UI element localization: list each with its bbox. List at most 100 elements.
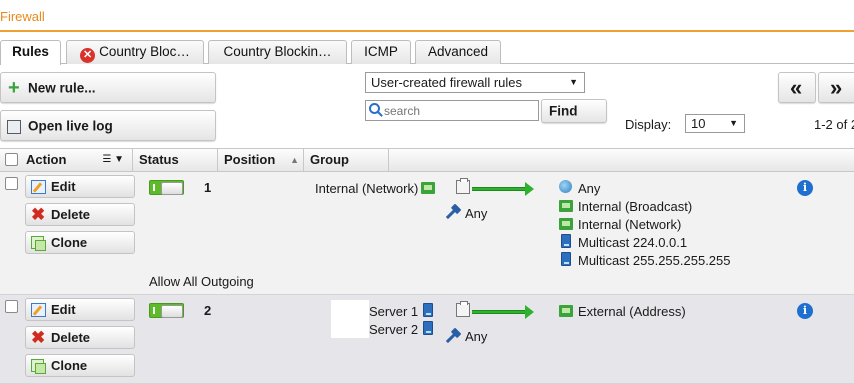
service-icon [456, 178, 470, 194]
display-count-select[interactable]: 10 ▼ [685, 114, 745, 133]
column-label: Action [26, 152, 67, 167]
tab-icmp[interactable]: ICMP [351, 40, 411, 64]
delete-label: Delete [51, 330, 91, 345]
network-icon [559, 305, 573, 317]
tab-bar: Rules ✕ Country Bloc… Country Blockin… IC… [0, 40, 854, 65]
info-icon[interactable]: i [797, 303, 813, 319]
paging-first-label: « [790, 74, 803, 100]
paging-next-label: » [830, 74, 843, 100]
group-color-swatch [331, 300, 369, 338]
new-rule-label: New rule... [28, 80, 96, 95]
search-box[interactable] [365, 100, 539, 121]
row-checkbox[interactable] [5, 177, 18, 190]
edit-button[interactable]: Edit [25, 298, 135, 321]
clone-label: Clone [51, 358, 88, 373]
delete-button[interactable]: ✖ Delete [25, 203, 135, 226]
plug-icon [445, 331, 458, 344]
tab-rules[interactable]: Rules [0, 40, 61, 65]
plus-icon: + [8, 76, 20, 99]
tab-label: Rules [12, 44, 49, 59]
open-live-log-button[interactable]: Open live log [0, 110, 216, 141]
column-action[interactable]: Action ☰ ▼ [20, 149, 133, 171]
edit-button[interactable]: Edit [25, 175, 135, 198]
network-icon [421, 182, 435, 194]
tab-label: ICMP [364, 44, 398, 59]
info-icon[interactable]: i [797, 180, 813, 196]
new-rule-button[interactable]: + New rule... [0, 72, 216, 103]
clone-button[interactable]: Clone [25, 231, 135, 254]
rule-comment: Allow All Outgoing [149, 274, 254, 289]
log-icon [7, 120, 21, 134]
delete-icon: ✖ [31, 328, 46, 347]
rule-position: 1 [204, 180, 212, 195]
paging-first-button[interactable]: « [778, 72, 816, 103]
arrow-right-icon [472, 305, 534, 319]
rule-filter-value: User-created firewall rules [371, 75, 522, 90]
column-status[interactable]: Status [133, 149, 218, 171]
clone-button[interactable]: Clone [25, 354, 135, 377]
server-icon [561, 252, 571, 266]
edit-label: Edit [51, 302, 76, 317]
tab-advanced[interactable]: Advanced [415, 40, 501, 64]
rule-destination: Internal (Broadcast) [578, 199, 693, 214]
column-position[interactable]: Position ▲ [218, 149, 304, 171]
tab-country-blocking-exceptions[interactable]: Country Blockin… [208, 40, 347, 64]
table-row[interactable]: Edit ✖ Delete Clone 2 Server 1 Server 2 A… [0, 295, 854, 384]
rule-filter-select[interactable]: User-created firewall rules ▼ [365, 72, 585, 93]
window-titlebar: Firewall [0, 0, 854, 32]
open-live-log-label: Open live log [28, 118, 113, 133]
column-label: Status [139, 152, 179, 167]
rule-enabled-toggle[interactable] [149, 180, 184, 195]
column-label: Position [224, 152, 276, 167]
rule-service: Any [465, 329, 488, 344]
select-all-checkbox[interactable] [5, 153, 18, 166]
server-icon [423, 303, 433, 317]
find-label: Find [549, 103, 578, 119]
sort-asc-icon: ▲ [290, 155, 299, 165]
rule-destination: Multicast 224.0.0.1 [578, 235, 688, 250]
column-menu-icon[interactable]: ☰ ▼ [102, 149, 124, 171]
row-checkbox[interactable] [5, 300, 18, 313]
rule-destination: External (Address) [578, 304, 686, 319]
column-label: Group [310, 152, 349, 167]
rule-position: 2 [204, 303, 212, 318]
range-text: 1-2 of 2 [814, 117, 854, 132]
clone-icon [31, 359, 46, 374]
rule-enabled-toggle[interactable] [149, 303, 184, 318]
clone-label: Clone [51, 235, 88, 250]
column-group[interactable]: Group [304, 149, 389, 171]
tab-label: Country Blockin… [223, 44, 332, 59]
find-button[interactable]: Find [541, 99, 607, 123]
delete-icon: ✖ [31, 205, 46, 224]
table-header: Action ☰ ▼ Status Position ▲ Group [0, 148, 854, 172]
rule-source: Internal (Network) [315, 181, 419, 196]
network-icon [559, 218, 573, 230]
service-icon [456, 301, 470, 317]
chevron-down-icon: ▼ [729, 118, 738, 128]
display-label: Display: [625, 117, 672, 132]
tab-country-blocking[interactable]: ✕ Country Bloc… [66, 40, 204, 64]
edit-label: Edit [51, 179, 76, 194]
arrow-right-icon [472, 182, 534, 196]
server-icon [561, 234, 571, 248]
search-input[interactable] [384, 102, 534, 119]
edit-icon [31, 180, 46, 194]
edit-icon [31, 303, 46, 317]
delete-label: Delete [51, 207, 91, 222]
globe-icon [559, 180, 572, 193]
table-row[interactable]: Edit ✖ Delete Clone 1 Internal (Network) … [0, 172, 854, 295]
rule-source: Server 1 [369, 304, 419, 319]
error-icon: ✕ [80, 48, 96, 63]
plug-icon [445, 207, 458, 220]
delete-button[interactable]: ✖ Delete [25, 326, 135, 349]
window-title: Firewall [0, 9, 45, 24]
paging-next-button[interactable]: » [818, 72, 854, 103]
rule-service: Any [465, 206, 488, 221]
clone-icon [31, 236, 46, 251]
rule-source: Server 2 [369, 322, 419, 337]
tab-label: Advanced [427, 44, 489, 59]
rule-destination: Any [578, 181, 601, 196]
server-icon [423, 321, 433, 335]
tab-label: Country Bloc… [99, 44, 190, 59]
network-icon [559, 200, 573, 212]
